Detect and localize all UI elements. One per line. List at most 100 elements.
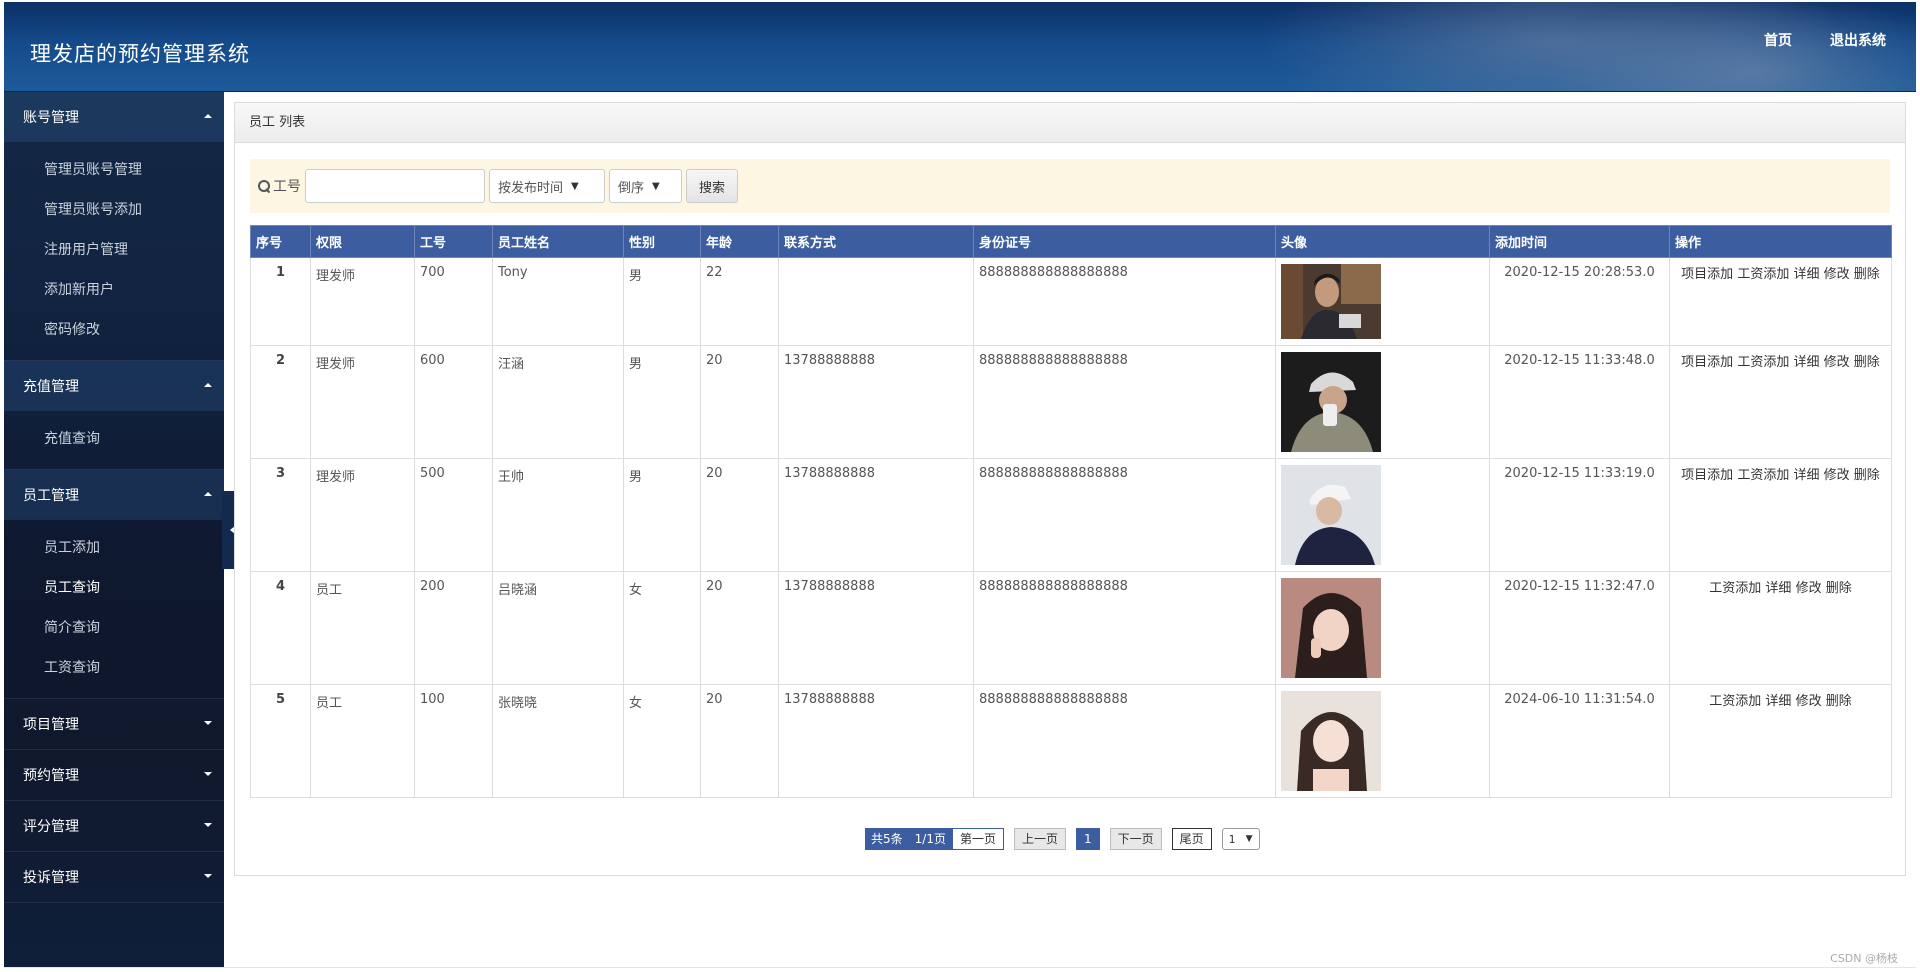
delete-link[interactable]: 删除 [1826, 581, 1852, 596]
search-button[interactable]: 搜索 [686, 169, 739, 203]
sidebar-item-salary-query[interactable]: 工资查询 [4, 648, 224, 688]
menu-head-recharge[interactable]: 充值管理 [4, 361, 224, 411]
table-row: 4 员工 200 吕晓涵 女 20 13788888888 8888888888… [250, 571, 1892, 685]
cell-time: 2024-06-10 11:31:54.0 [1489, 684, 1670, 798]
sidebar-item-staff-add[interactable]: 员工添加 [4, 528, 224, 568]
project-add-link[interactable]: 项目添加 [1681, 267, 1733, 282]
col-header: 性别 [623, 225, 701, 258]
menu-head-label: 项目管理 [23, 717, 79, 733]
salary-add-link[interactable]: 工资添加 [1737, 468, 1789, 483]
sidebar-item-user-manage[interactable]: 注册用户管理 [4, 230, 224, 270]
page-jump-select[interactable]: 1 ▼ [1221, 828, 1260, 850]
cell-actions: 项目添加 工资添加 详细 修改 删除 [1669, 345, 1892, 459]
current-page-button[interactable]: 1 [1076, 828, 1100, 850]
table-row: 2 理发师 600 汪涵 男 20 13788888888 8888888888… [250, 345, 1892, 459]
detail-link[interactable]: 详细 [1793, 267, 1819, 282]
caret-up-icon [204, 383, 212, 387]
edit-link[interactable]: 修改 [1824, 355, 1850, 370]
cell-role: 员工 [310, 684, 415, 798]
caret-down-icon [204, 874, 212, 878]
cell-actions: 工资添加 详细 修改 删除 [1669, 571, 1892, 685]
cell-avatar [1275, 257, 1490, 346]
sidebar-item-password[interactable]: 密码修改 [4, 310, 224, 350]
detail-link[interactable]: 详细 [1793, 355, 1819, 370]
cell-age: 20 [700, 684, 779, 798]
detail-link[interactable]: 详细 [1765, 581, 1791, 596]
search-input[interactable] [305, 169, 485, 203]
menu-head-account[interactable]: 账号管理 [4, 92, 224, 142]
prev-page-button[interactable]: 上一页 [1013, 828, 1066, 850]
detail-link[interactable]: 详细 [1765, 694, 1791, 709]
menu-head-complaint[interactable]: 投诉管理 [4, 852, 224, 902]
sidebar-item-user-add[interactable]: 添加新用户 [4, 270, 224, 310]
cell-index: 1 [250, 257, 311, 346]
sort-order-select[interactable]: 倒序 ▼ [609, 169, 682, 203]
chevron-down-icon: ▼ [652, 180, 660, 192]
cell-actions: 工资添加 详细 修改 删除 [1669, 684, 1892, 798]
menu-group-complaint: 投诉管理 [4, 852, 224, 903]
cell-actions: 项目添加 工资添加 详细 修改 删除 [1669, 257, 1892, 346]
watermark: CSDN @杨枝 [1830, 952, 1898, 965]
edit-link[interactable]: 修改 [1796, 581, 1822, 596]
staff-table: 序号 权限 工号 员工姓名 性别 年龄 联系方式 身份证号 头像 添加时间 操作… [250, 225, 1892, 798]
delete-link[interactable]: 删除 [1854, 468, 1880, 483]
top-nav: 首页 退出系统 [1764, 30, 1886, 50]
sort-field-select[interactable]: 按发布时间 ▼ [489, 169, 605, 203]
col-header: 工号 [414, 225, 493, 258]
nav-logout-link[interactable]: 退出系统 [1830, 30, 1886, 50]
menu-head-staff[interactable]: 员工管理 [4, 470, 224, 520]
sidebar-item-admin-manage[interactable]: 管理员账号管理 [4, 150, 224, 190]
sidebar-item-staff-query[interactable]: 员工查询 [4, 568, 224, 608]
sidebar-item-recharge-query[interactable]: 充值查询 [4, 419, 224, 459]
menu-group-rating: 评分管理 [4, 801, 224, 852]
next-page-button[interactable]: 下一页 [1109, 828, 1162, 850]
edit-link[interactable]: 修改 [1824, 267, 1850, 282]
avatar [1281, 465, 1381, 565]
menu-group-project: 项目管理 [4, 699, 224, 750]
menu-head-label: 充值管理 [23, 379, 79, 395]
col-header: 操作 [1669, 225, 1892, 258]
col-header: 联系方式 [778, 225, 974, 258]
project-add-link[interactable]: 项目添加 [1681, 468, 1733, 483]
cell-phone: 13788888888 [778, 684, 974, 798]
cell-phone: 13788888888 [778, 571, 974, 685]
edit-link[interactable]: 修改 [1824, 468, 1850, 483]
panel-title: 员工 列表 [235, 103, 1905, 143]
menu-head-booking[interactable]: 预约管理 [4, 750, 224, 800]
menu-head-label: 投诉管理 [23, 870, 79, 886]
last-page-button[interactable]: 尾页 [1171, 828, 1212, 850]
cell-index: 4 [250, 571, 311, 685]
nav-home-link[interactable]: 首页 [1764, 30, 1792, 50]
project-add-link[interactable]: 项目添加 [1681, 355, 1733, 370]
delete-link[interactable]: 删除 [1854, 355, 1880, 370]
detail-link[interactable]: 详细 [1793, 468, 1819, 483]
pager-total: 共5条 [865, 828, 909, 850]
delete-link[interactable]: 删除 [1826, 694, 1852, 709]
caret-down-icon [204, 772, 212, 776]
pagination: 共5条 1/1页 第一页 上一页 1 下一页 尾页 1 ▼ [865, 828, 1260, 850]
menu-head-rating[interactable]: 评分管理 [4, 801, 224, 851]
salary-add-link[interactable]: 工资添加 [1737, 355, 1789, 370]
cell-age: 20 [700, 458, 779, 572]
cell-gender: 女 [623, 684, 701, 798]
salary-add-link[interactable]: 工资添加 [1709, 694, 1761, 709]
cell-time: 2020-12-15 11:33:19.0 [1489, 458, 1670, 572]
cell-phone: 13788888888 [778, 345, 974, 459]
staff-list-panel: 员工 列表 工号 按发布时间 ▼ 倒序 ▼ 搜索 序号 权限 工号 员工姓名 性… [234, 102, 1906, 876]
delete-link[interactable]: 删除 [1854, 267, 1880, 282]
menu-head-project[interactable]: 项目管理 [4, 699, 224, 749]
first-page-button[interactable]: 第一页 [951, 828, 1004, 850]
caret-up-icon [204, 492, 212, 496]
menu-group-recharge: 充值管理 充值查询 [4, 361, 224, 470]
cell-avatar [1275, 571, 1490, 685]
sidebar-item-intro-query[interactable]: 简介查询 [4, 608, 224, 648]
edit-link[interactable]: 修改 [1796, 694, 1822, 709]
salary-add-link[interactable]: 工资添加 [1709, 581, 1761, 596]
menu-group-staff: 员工管理 员工添加 员工查询 简介查询 工资查询 [4, 470, 224, 699]
table-row: 3 理发师 500 王帅 男 20 13788888888 8888888888… [250, 458, 1892, 572]
chevron-down-icon: ▼ [1245, 834, 1253, 844]
col-header: 权限 [310, 225, 415, 258]
frame-divider [4, 967, 1916, 968]
salary-add-link[interactable]: 工资添加 [1737, 267, 1789, 282]
sidebar-item-admin-add[interactable]: 管理员账号添加 [4, 190, 224, 230]
